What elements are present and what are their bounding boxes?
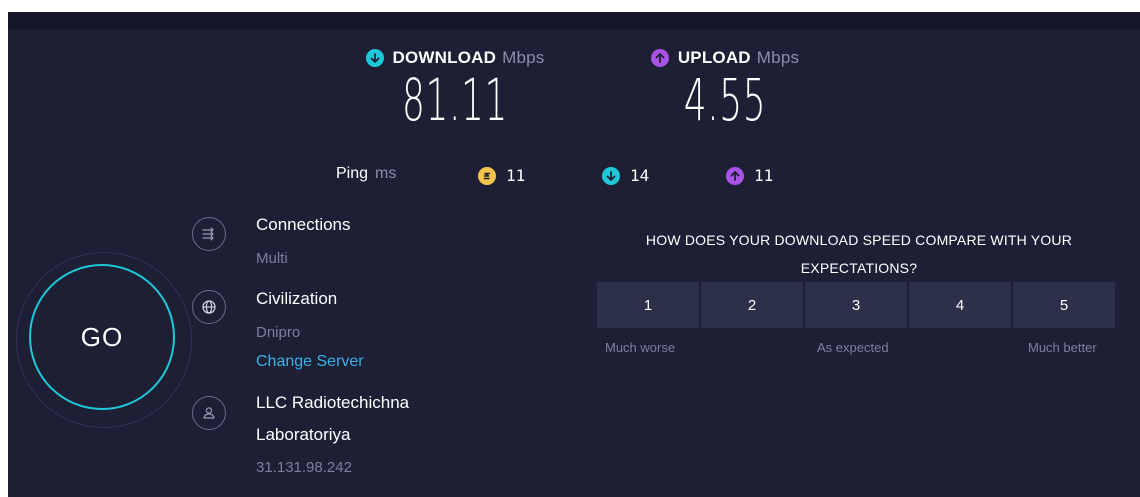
- rating-option-4[interactable]: 4: [909, 282, 1011, 328]
- upload-value: 4.55: [683, 66, 767, 134]
- download-unit: Mbps: [502, 48, 545, 67]
- download-metric: DOWNLOAD Mbps 81.11: [330, 48, 580, 132]
- survey-question-line2: EXPECTATIONS?: [800, 260, 918, 276]
- ping-upload-value: 11: [754, 166, 774, 185]
- download-header: DOWNLOAD Mbps: [330, 48, 580, 68]
- rating-option-1[interactable]: 1: [597, 282, 699, 328]
- ping-unit: ms: [375, 165, 397, 182]
- survey-question: HOW DOES YOUR DOWNLOAD SPEED COMPARE WIT…: [596, 226, 1122, 282]
- survey-question-line1: HOW DOES YOUR DOWNLOAD SPEED COMPARE WIT…: [645, 232, 1073, 248]
- ping-upload: 11: [726, 166, 773, 185]
- ping-download-value: 14: [630, 166, 650, 185]
- upload-metric: UPLOAD Mbps 4.55: [600, 48, 850, 132]
- provider-name-line1: LLC Radiotechichna: [256, 393, 410, 412]
- arrow-down-circle-icon: [365, 49, 384, 67]
- connections-icon[interactable]: [192, 217, 226, 251]
- ping-idle: 11: [478, 166, 525, 185]
- panel-header-strip: [8, 12, 1140, 29]
- rating-label-low: Much worse: [605, 340, 676, 355]
- rating-label-mid: As expected: [817, 340, 889, 355]
- upload-label: UPLOAD: [677, 48, 751, 67]
- rating-option-3[interactable]: 3: [805, 282, 907, 328]
- ping-download: 14: [602, 166, 649, 185]
- rating-label-high: Much better: [1028, 340, 1097, 355]
- rating-option-5[interactable]: 5: [1013, 282, 1115, 328]
- rating-scale: 1 2 3 4 5: [597, 282, 1115, 328]
- page-top-strip: [0, 0, 1140, 12]
- arrow-up-circle-icon: [650, 49, 669, 67]
- connections-value: Multi: [256, 250, 288, 267]
- user-icon: [192, 396, 226, 430]
- server-location: Dnipro: [256, 324, 301, 341]
- arrow-down-circle-icon: [602, 166, 620, 185]
- go-button[interactable]: GO: [29, 264, 175, 410]
- ping-icon: [478, 166, 496, 185]
- change-server-link[interactable]: Change Server: [256, 353, 364, 371]
- connections-title: Connections: [256, 215, 351, 234]
- server-name: Civilization: [256, 289, 338, 308]
- rating-option-2[interactable]: 2: [701, 282, 803, 328]
- arrow-up-circle-icon: [726, 166, 744, 185]
- ping-label: Ping: [336, 165, 369, 182]
- provider-name-line2: Laboratoriya: [256, 425, 351, 444]
- ping-idle-value: 11: [506, 166, 526, 185]
- download-label: DOWNLOAD: [392, 48, 497, 67]
- upload-header: UPLOAD Mbps: [600, 48, 850, 68]
- provider-ip: 31.131.98.242: [256, 459, 352, 476]
- globe-icon: [192, 290, 226, 324]
- upload-unit: Mbps: [756, 48, 800, 67]
- download-value: 81.11: [401, 66, 509, 134]
- ping-row: Ping ms: [336, 165, 396, 183]
